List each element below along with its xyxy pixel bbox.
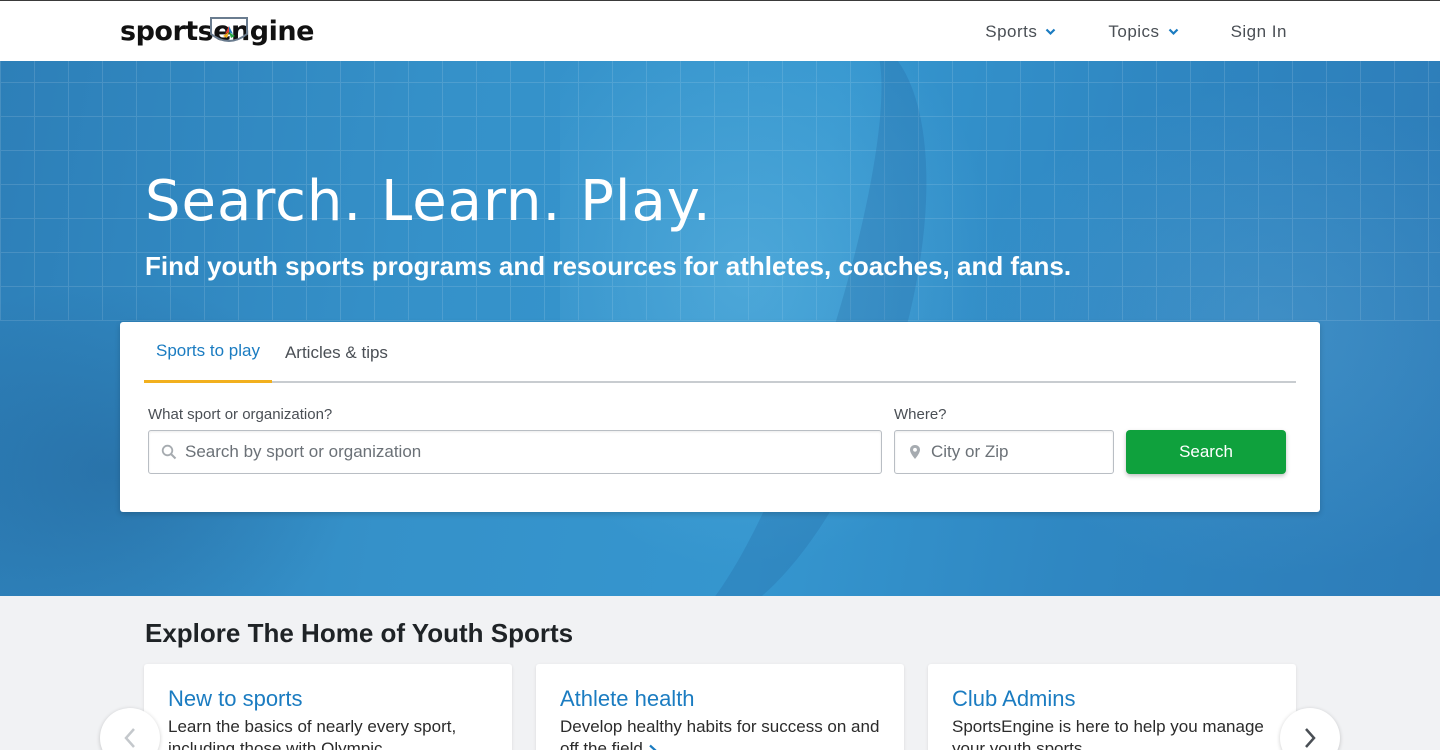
tile-title: New to sports (168, 686, 303, 711)
nav-sports-label: Sports (985, 21, 1038, 41)
nav-topics-label: Topics (1108, 21, 1160, 41)
explore-section-title: Explore The Home of Youth Sports (145, 618, 574, 648)
tile-description: Learn the basics of nearly every sport, … (168, 717, 457, 750)
main-nav: Sports Topics Sign In (933, 1, 1287, 62)
sport-search-input[interactable] (185, 431, 881, 473)
where-field-label: Where? (894, 406, 947, 423)
chevron-right-icon (1305, 728, 1316, 748)
map-pin-icon (910, 445, 920, 459)
tab-articles-tips[interactable]: Articles & tips (273, 322, 400, 383)
sportsengine-logo[interactable]: sportsengine (120, 11, 314, 51)
explore-tile-athlete-health[interactable]: Athlete health Develop healthy habits fo… (536, 664, 904, 750)
top-navigation-bar: sportsengine Sports Topics Sign In (0, 0, 1440, 61)
tile-description-text: Develop healthy habits for success on an… (560, 717, 880, 750)
sign-in-link[interactable]: Sign In (1231, 22, 1287, 42)
hero-title: Search. Learn. Play. (145, 169, 712, 234)
search-icon (161, 444, 177, 460)
search-button[interactable]: Search (1126, 430, 1286, 474)
hero-subtitle: Find youth sports programs and resources… (145, 251, 1072, 281)
tile-description: Develop healthy habits for success on an… (560, 716, 885, 750)
tile-title: Athlete health (560, 686, 695, 711)
search-tabs: Sports to play Articles & tips (144, 322, 1296, 383)
sign-in-label: Sign In (1230, 21, 1287, 41)
location-field (894, 430, 1114, 474)
nbc-peacock-badge-icon (210, 17, 248, 42)
chevron-left-icon (124, 728, 135, 748)
chevron-right-icon (648, 744, 657, 750)
chevron-down-icon (1168, 28, 1178, 35)
nav-sports[interactable]: Sports (985, 22, 1056, 42)
sport-search-field (148, 430, 882, 474)
location-input[interactable] (931, 431, 1113, 473)
explore-tile-new-to-sports[interactable]: New to sports Learn the basics of nearly… (144, 664, 512, 750)
sport-field-label: What sport or organization? (148, 406, 333, 423)
search-card: Sports to play Articles & tips What spor… (120, 322, 1320, 512)
chevron-down-icon (1046, 28, 1056, 35)
explore-tile-club-admins[interactable]: Club Admins SportsEngine is here to help… (928, 664, 1296, 750)
tile-description: SportsEngine is here to help you manage … (952, 717, 1264, 750)
tab-sports-to-play[interactable]: Sports to play (144, 322, 272, 383)
tile-title: Club Admins (952, 686, 1076, 711)
nav-topics[interactable]: Topics (1108, 22, 1178, 42)
